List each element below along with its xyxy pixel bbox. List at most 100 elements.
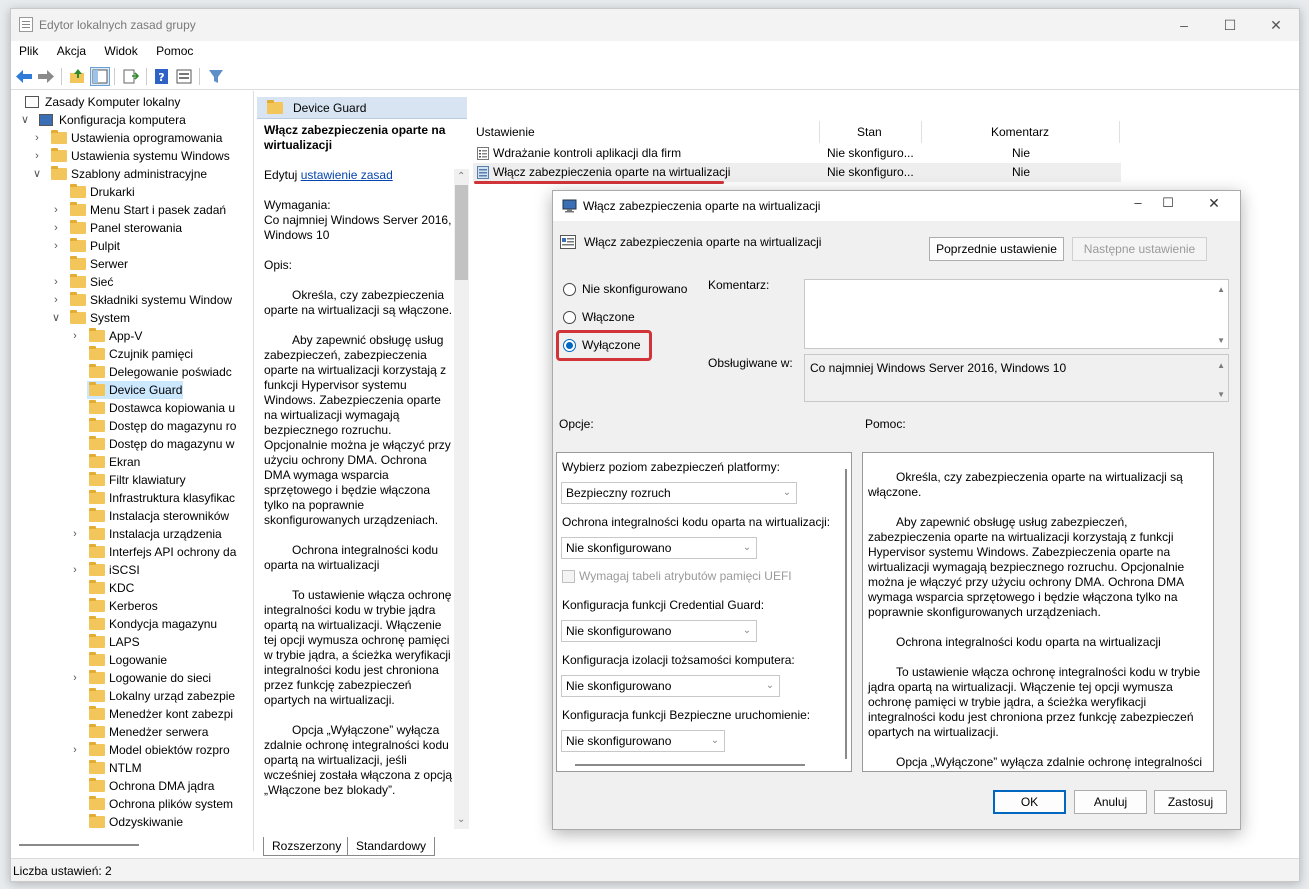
tree-item[interactable]: Menedżer kont zabezpi: [69, 705, 241, 723]
tree-item[interactable]: › Składniki systemu Window: [50, 291, 241, 309]
column-setting[interactable]: Ustawienie: [476, 121, 535, 143]
tree-item[interactable]: ∨ Szablony administracyjne: [31, 165, 241, 183]
dialog-close-button[interactable]: ✕: [1199, 195, 1229, 217]
tree-item[interactable]: Lokalny urząd zabezpie: [69, 687, 241, 705]
scroll-up-icon[interactable]: ▲: [1217, 361, 1225, 370]
chevron-right-icon[interactable]: ›: [50, 201, 62, 219]
menu-file[interactable]: Plik: [11, 41, 45, 58]
tree-item[interactable]: LAPS: [69, 633, 241, 651]
dialog-minimize-button[interactable]: –: [1123, 195, 1153, 217]
chevron-right-icon[interactable]: ›: [69, 669, 81, 687]
tree-item[interactable]: NTLM: [69, 759, 241, 777]
column-state[interactable]: Stan: [857, 121, 882, 143]
tree-item[interactable]: Zasady Komputer lokalny: [19, 93, 241, 111]
tree-item[interactable]: KDC: [69, 579, 241, 597]
chevron-right-icon[interactable]: ›: [50, 219, 62, 237]
uefi-checkbox[interactable]: [562, 570, 575, 583]
chevron-right-icon[interactable]: ›: [69, 525, 81, 543]
chevron-right-icon[interactable]: ›: [31, 147, 43, 165]
menu-action[interactable]: Akcja: [49, 41, 93, 58]
scroll-thumb[interactable]: [455, 185, 468, 280]
tree-item[interactable]: Czujnik pamięci: [69, 345, 241, 363]
hvci-select[interactable]: Nie skonfigurowano ⌄: [561, 537, 757, 559]
secure-launch-select[interactable]: Nie skonfigurowano ⌄: [561, 730, 725, 752]
chevron-right-icon[interactable]: ›: [31, 129, 43, 147]
tree-item[interactable]: Logowanie: [69, 651, 241, 669]
tree-item[interactable]: › Sieć: [50, 273, 241, 291]
tree-horizontal-scrollbar[interactable]: [11, 839, 239, 851]
tab-extended[interactable]: Rozszerzony: [263, 837, 351, 856]
filter-icon[interactable]: [207, 68, 225, 85]
chevron-right-icon[interactable]: ›: [69, 561, 81, 579]
tree-item[interactable]: Dostęp do magazynu w: [69, 435, 241, 453]
tree-item[interactable]: ∨ Konfiguracja komputera: [19, 111, 241, 129]
tree-item[interactable]: › Logowanie do sieci: [69, 669, 241, 687]
table-row[interactable]: Wdrażanie kontroli aplikacji dla firm Ni…: [473, 144, 1121, 163]
chevron-down-icon[interactable]: ∨: [19, 111, 31, 129]
tree-item[interactable]: Instalacja sterowników: [69, 507, 241, 525]
tree-item[interactable]: Filtr klawiatury: [69, 471, 241, 489]
tree-item[interactable]: Menedżer serwera: [69, 723, 241, 741]
tree-item[interactable]: › Menu Start i pasek zadań: [50, 201, 241, 219]
chevron-right-icon[interactable]: ›: [69, 327, 81, 345]
platform-security-select[interactable]: Bezpieczny rozruch ⌄: [561, 482, 797, 504]
scroll-down-icon[interactable]: ▼: [1217, 336, 1225, 345]
export-list-icon[interactable]: [122, 68, 140, 85]
tree-item[interactable]: › Ustawienia systemu Windows: [31, 147, 241, 165]
tree-item[interactable]: Interfejs API ochrony da: [69, 543, 241, 561]
tree-item[interactable]: Serwer: [50, 255, 241, 273]
radio-circle[interactable]: [563, 311, 576, 324]
tree-item[interactable]: Ochrona DMA jądra: [69, 777, 241, 795]
tree-item[interactable]: › Panel sterowania: [50, 219, 241, 237]
scroll-down-icon[interactable]: ▼: [1217, 390, 1225, 399]
chevron-right-icon[interactable]: ›: [50, 237, 62, 255]
column-comment[interactable]: Komentarz: [991, 121, 1049, 143]
table-row[interactable]: Włącz zabezpieczenia oparte na wirtualiz…: [473, 163, 1121, 182]
tree-item[interactable]: Dostęp do magazynu ro: [69, 417, 241, 435]
show-tree-icon[interactable]: [90, 67, 110, 86]
tree-item[interactable]: Device Guard: [87, 381, 183, 399]
options-horizontal-scrollbar[interactable]: [575, 764, 805, 766]
chevron-down-icon[interactable]: ∨: [50, 309, 62, 327]
radio-circle[interactable]: [563, 283, 576, 296]
minimize-button[interactable]: –: [1161, 9, 1207, 41]
chevron-right-icon[interactable]: ›: [50, 273, 62, 291]
options-vertical-scrollbar[interactable]: [845, 469, 847, 759]
tree-scrollbar[interactable]: [241, 91, 253, 851]
tree-item[interactable]: › Instalacja urządzenia: [69, 525, 241, 543]
tree-item[interactable]: › Pulpit: [50, 237, 241, 255]
tree-item[interactable]: Infrastruktura klasyfikac: [69, 489, 241, 507]
tree-item[interactable]: Ekran: [69, 453, 241, 471]
comment-textarea[interactable]: ▲ ▼: [804, 279, 1229, 349]
tree-item[interactable]: Kondycja magazynu: [69, 615, 241, 633]
description-scrollbar[interactable]: ⌃ ⌄: [454, 169, 469, 829]
chevron-right-icon[interactable]: ›: [69, 741, 81, 759]
tree-item[interactable]: › Model obiektów rozpro: [69, 741, 241, 759]
tree-item[interactable]: Delegowanie poświadc: [69, 363, 241, 381]
edit-policy-link[interactable]: ustawienie zasad: [301, 168, 393, 182]
tree-item[interactable]: ∨ System: [50, 309, 241, 327]
ok-button[interactable]: OK: [993, 790, 1066, 814]
chevron-right-icon[interactable]: ›: [50, 291, 62, 309]
credential-guard-select[interactable]: Nie skonfigurowano ⌄: [561, 620, 757, 642]
tree-item[interactable]: Odzyskiwanie: [69, 813, 241, 831]
identity-isolation-select[interactable]: Nie skonfigurowano ⌄: [561, 675, 780, 697]
tree-item[interactable]: Kerberos: [69, 597, 241, 615]
scroll-up-icon[interactable]: ▲: [1217, 285, 1225, 294]
tree-item[interactable]: Dostawca kopiowania u: [69, 399, 241, 417]
tree-item[interactable]: Ochrona plików system: [69, 795, 241, 813]
apply-button[interactable]: Zastosuj: [1154, 790, 1227, 814]
back-arrow-icon[interactable]: [15, 68, 33, 85]
scroll-down-icon[interactable]: ⌄: [457, 814, 465, 825]
menu-view[interactable]: Widok: [96, 41, 144, 58]
previous-setting-button[interactable]: Poprzednie ustawienie: [929, 237, 1064, 261]
scroll-up-icon[interactable]: ⌃: [457, 171, 465, 182]
menu-help[interactable]: Pomoc: [148, 41, 200, 58]
properties-icon[interactable]: [175, 68, 193, 85]
up-folder-icon[interactable]: [69, 68, 87, 85]
close-button[interactable]: ✕: [1253, 9, 1299, 41]
maximize-button[interactable]: ☐: [1207, 9, 1253, 41]
tree-item[interactable]: › Ustawienia oprogramowania: [31, 129, 241, 147]
tree-item[interactable]: › iSCSI: [69, 561, 241, 579]
forward-arrow-icon[interactable]: [37, 68, 55, 85]
